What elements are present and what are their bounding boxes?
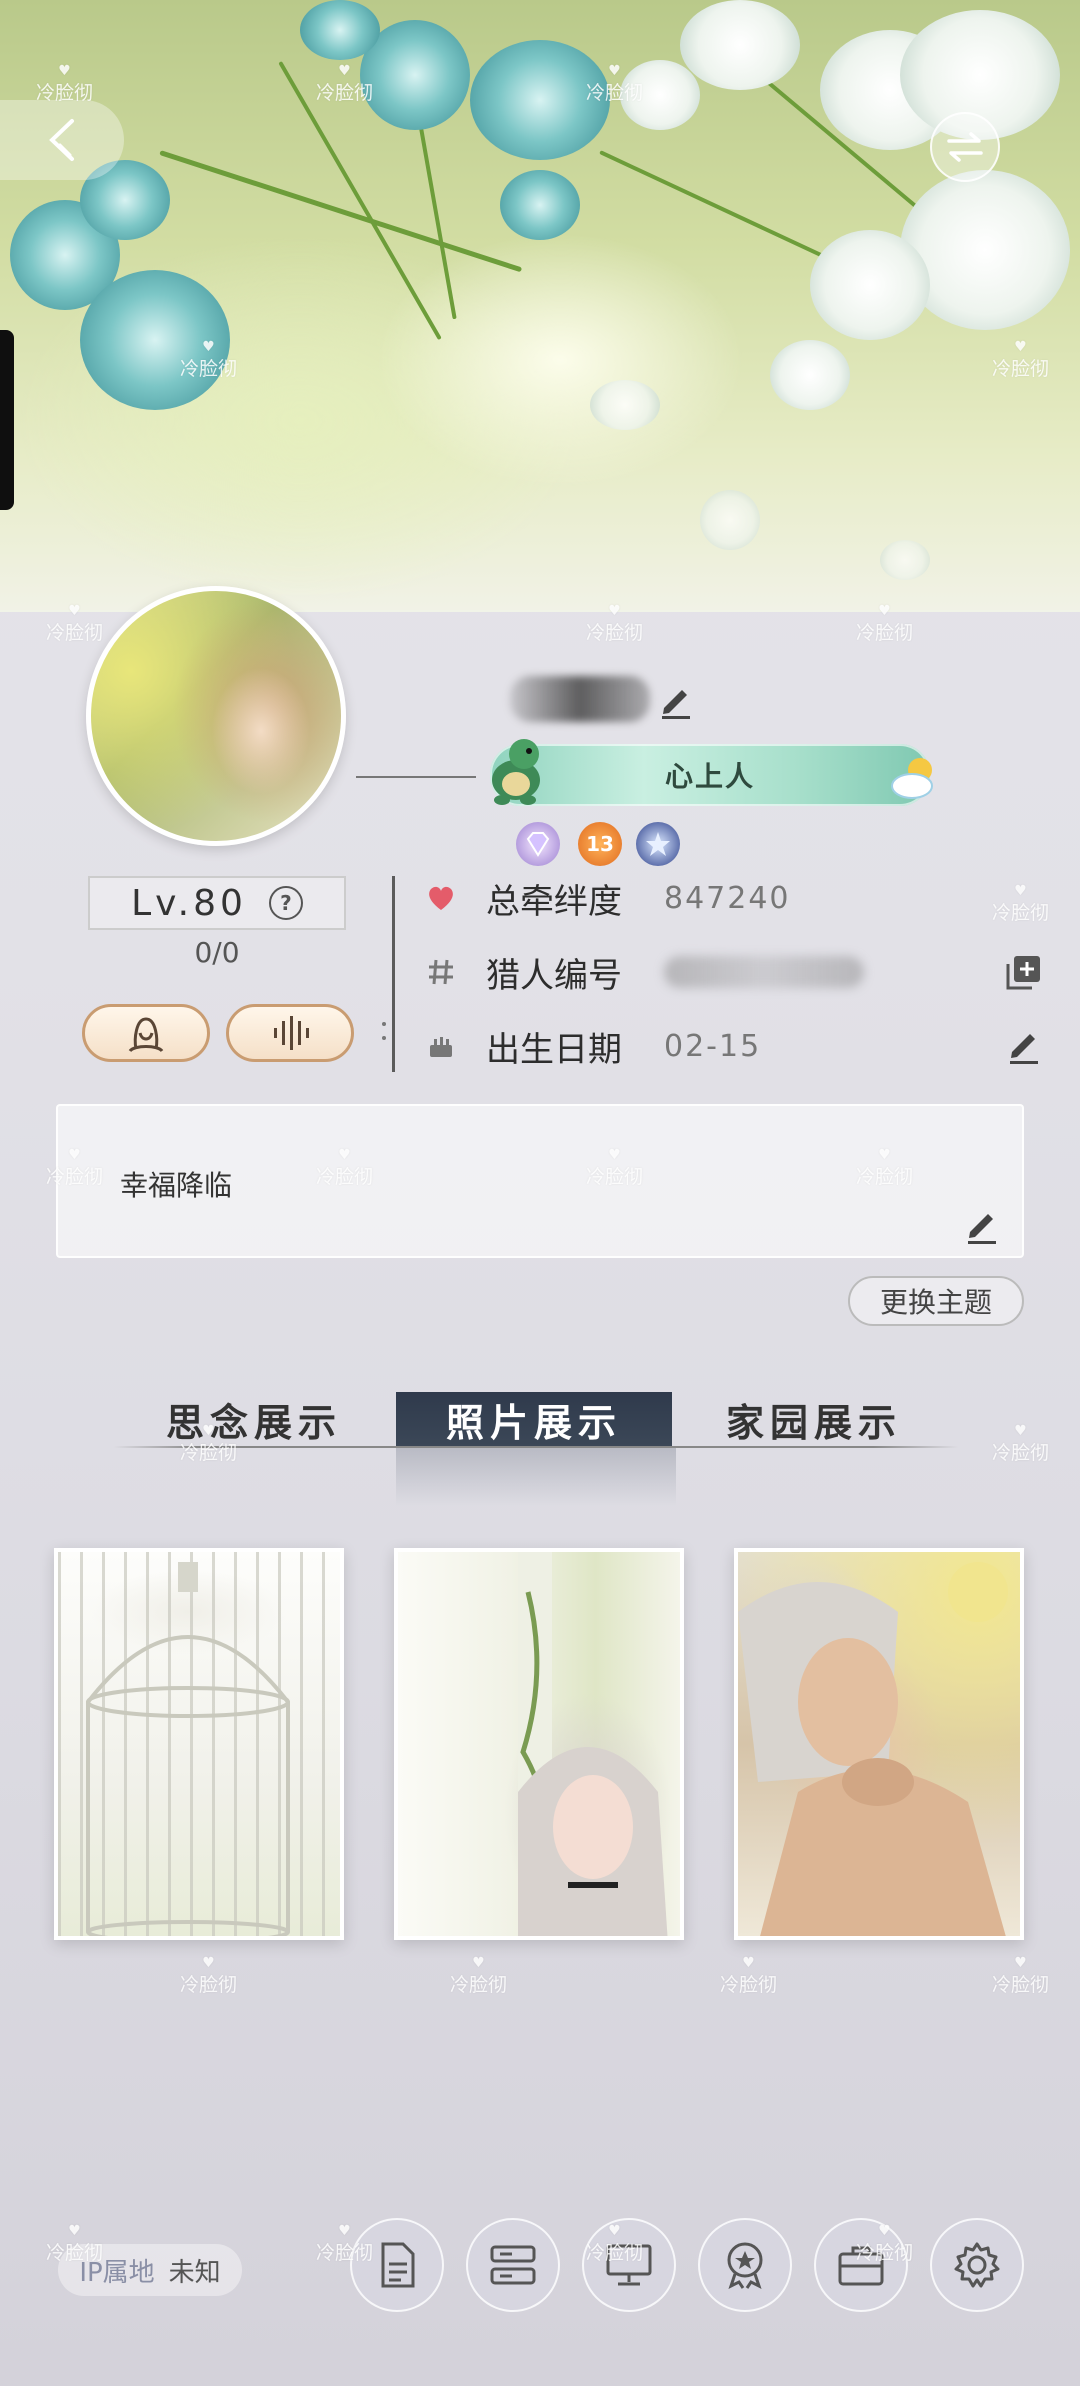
- watermark: ♥ 冷脸彻: [992, 1423, 1050, 1464]
- watermark: ♥ 冷脸彻: [856, 2223, 914, 2264]
- switch-view-button[interactable]: [930, 112, 1000, 182]
- watermark: ♥ 冷脸彻: [586, 1147, 644, 1188]
- connector-line: [356, 776, 476, 778]
- storage-button[interactable]: [466, 2218, 560, 2312]
- heart-icon: [424, 881, 458, 915]
- dinosaur-icon: [486, 736, 550, 806]
- watermark: ♥ 冷脸彻: [316, 63, 374, 104]
- watermark: ♥ 冷脸彻: [46, 1147, 104, 1188]
- hunter-id-redacted: [664, 956, 864, 988]
- level-text: Lv.80: [131, 882, 247, 924]
- ip-value: 未知: [168, 2257, 221, 2288]
- watermark: ♥ 冷脸彻: [180, 339, 238, 380]
- hunter-id-label: 猎人编号: [486, 955, 622, 996]
- swap-icon: [947, 132, 983, 162]
- tab-home[interactable]: 家园展示: [676, 1392, 952, 1446]
- birthday-label: 出生日期: [486, 1029, 622, 1070]
- gear-icon: [954, 2242, 1000, 2288]
- birthday-row: 出生日期 02-15: [424, 1020, 1044, 1072]
- back-arrow-icon: [49, 119, 74, 161]
- hash-icon: [424, 955, 458, 989]
- edit-signature-button[interactable]: [962, 1206, 1002, 1246]
- change-theme-button[interactable]: 更换主题: [848, 1276, 1024, 1326]
- portrait-image: [518, 1552, 668, 1936]
- level-medal-icon[interactable]: 13: [578, 822, 622, 866]
- document-icon: [381, 2242, 415, 2288]
- photo-card[interactable]: [734, 1548, 1024, 1940]
- divider-dot: [382, 1022, 386, 1026]
- cake-icon: [424, 1029, 458, 1063]
- birthday-value: 02-15: [664, 1028, 762, 1064]
- watermark: ♥ 冷脸彻: [992, 883, 1050, 924]
- sun-cloud-icon: [888, 750, 942, 804]
- tab-photos[interactable]: 照片展示: [396, 1392, 672, 1446]
- voice-button[interactable]: [226, 1004, 354, 1062]
- pencil-icon: [1010, 1034, 1038, 1064]
- watermark: ♥ 冷脸彻: [46, 603, 104, 644]
- avatar[interactable]: [86, 586, 346, 846]
- watermark: ♥ 冷脸彻: [450, 1955, 508, 1996]
- settings-button[interactable]: [930, 2218, 1024, 2312]
- voice-wave-icon: [274, 1016, 309, 1050]
- copy-plus-icon: [1006, 956, 1040, 990]
- watermark: ♥ 冷脸彻: [180, 1423, 238, 1464]
- back-button[interactable]: [0, 100, 124, 180]
- watermark: ♥ 冷脸彻: [316, 1147, 374, 1188]
- photo-card[interactable]: [54, 1548, 344, 1940]
- appearance-button[interactable]: [82, 1004, 210, 1062]
- watermark: ♥ 冷脸彻: [180, 1955, 238, 1996]
- medal-icon: [727, 2242, 763, 2289]
- edit-birthday-button[interactable]: [1004, 1026, 1044, 1066]
- diamond-medal-icon[interactable]: [516, 822, 560, 866]
- bond-label: 总牵绊度: [486, 881, 622, 922]
- star-medal-icon[interactable]: [636, 822, 680, 866]
- watermark: ♥ 冷脸彻: [36, 63, 94, 104]
- pencil-icon: [968, 1214, 996, 1244]
- divider-dot: [382, 1036, 386, 1040]
- watermark: ♥ 冷脸彻: [586, 2223, 644, 2264]
- pencil-icon: [662, 690, 690, 719]
- active-tab-glow: [396, 1446, 676, 1506]
- username-redacted: [510, 676, 650, 722]
- watermark: ♥ 冷脸彻: [856, 603, 914, 644]
- watermark: ♥ 冷脸彻: [720, 1955, 778, 1996]
- photo-card[interactable]: [394, 1548, 684, 1940]
- watermark: ♥ 冷脸彻: [992, 339, 1050, 380]
- screen-edge-overlay: [0, 330, 14, 510]
- watermark: ♥ 冷脸彻: [586, 63, 644, 104]
- watermark: ♥ 冷脸彻: [856, 1147, 914, 1188]
- info-divider: [392, 876, 395, 1072]
- level-box: Lv.80 ?: [88, 876, 346, 930]
- achievement-button[interactable]: [698, 2218, 792, 2312]
- watermark: ♥ 冷脸彻: [992, 1955, 1050, 1996]
- signature-text: 幸福降临: [120, 1169, 233, 1202]
- title-badge[interactable]: 心上人: [490, 744, 930, 806]
- birdcage-image: [86, 1562, 290, 1936]
- character-image: [738, 1562, 1008, 1936]
- bond-value: 847240: [664, 880, 791, 916]
- storage-icon: [490, 2245, 536, 2285]
- watermark: ♥ 冷脸彻: [46, 2223, 104, 2264]
- bond-row: 总牵绊度 847240: [424, 872, 1044, 924]
- help-icon[interactable]: ?: [268, 886, 303, 920]
- person-outline-icon: [128, 1017, 164, 1053]
- copy-id-button[interactable]: [1004, 952, 1044, 992]
- hunter-id-row: 猎人编号: [424, 946, 1044, 998]
- watermark: ♥ 冷脸彻: [586, 603, 644, 644]
- title-badge-text: 心上人: [664, 760, 755, 793]
- profile-banner: [0, 0, 1080, 612]
- edit-name-button[interactable]: [656, 680, 696, 720]
- watermark: ♥ 冷脸彻: [316, 2223, 374, 2264]
- experience-text: 0/0: [194, 936, 240, 969]
- tab-memories[interactable]: 思念展示: [116, 1392, 392, 1446]
